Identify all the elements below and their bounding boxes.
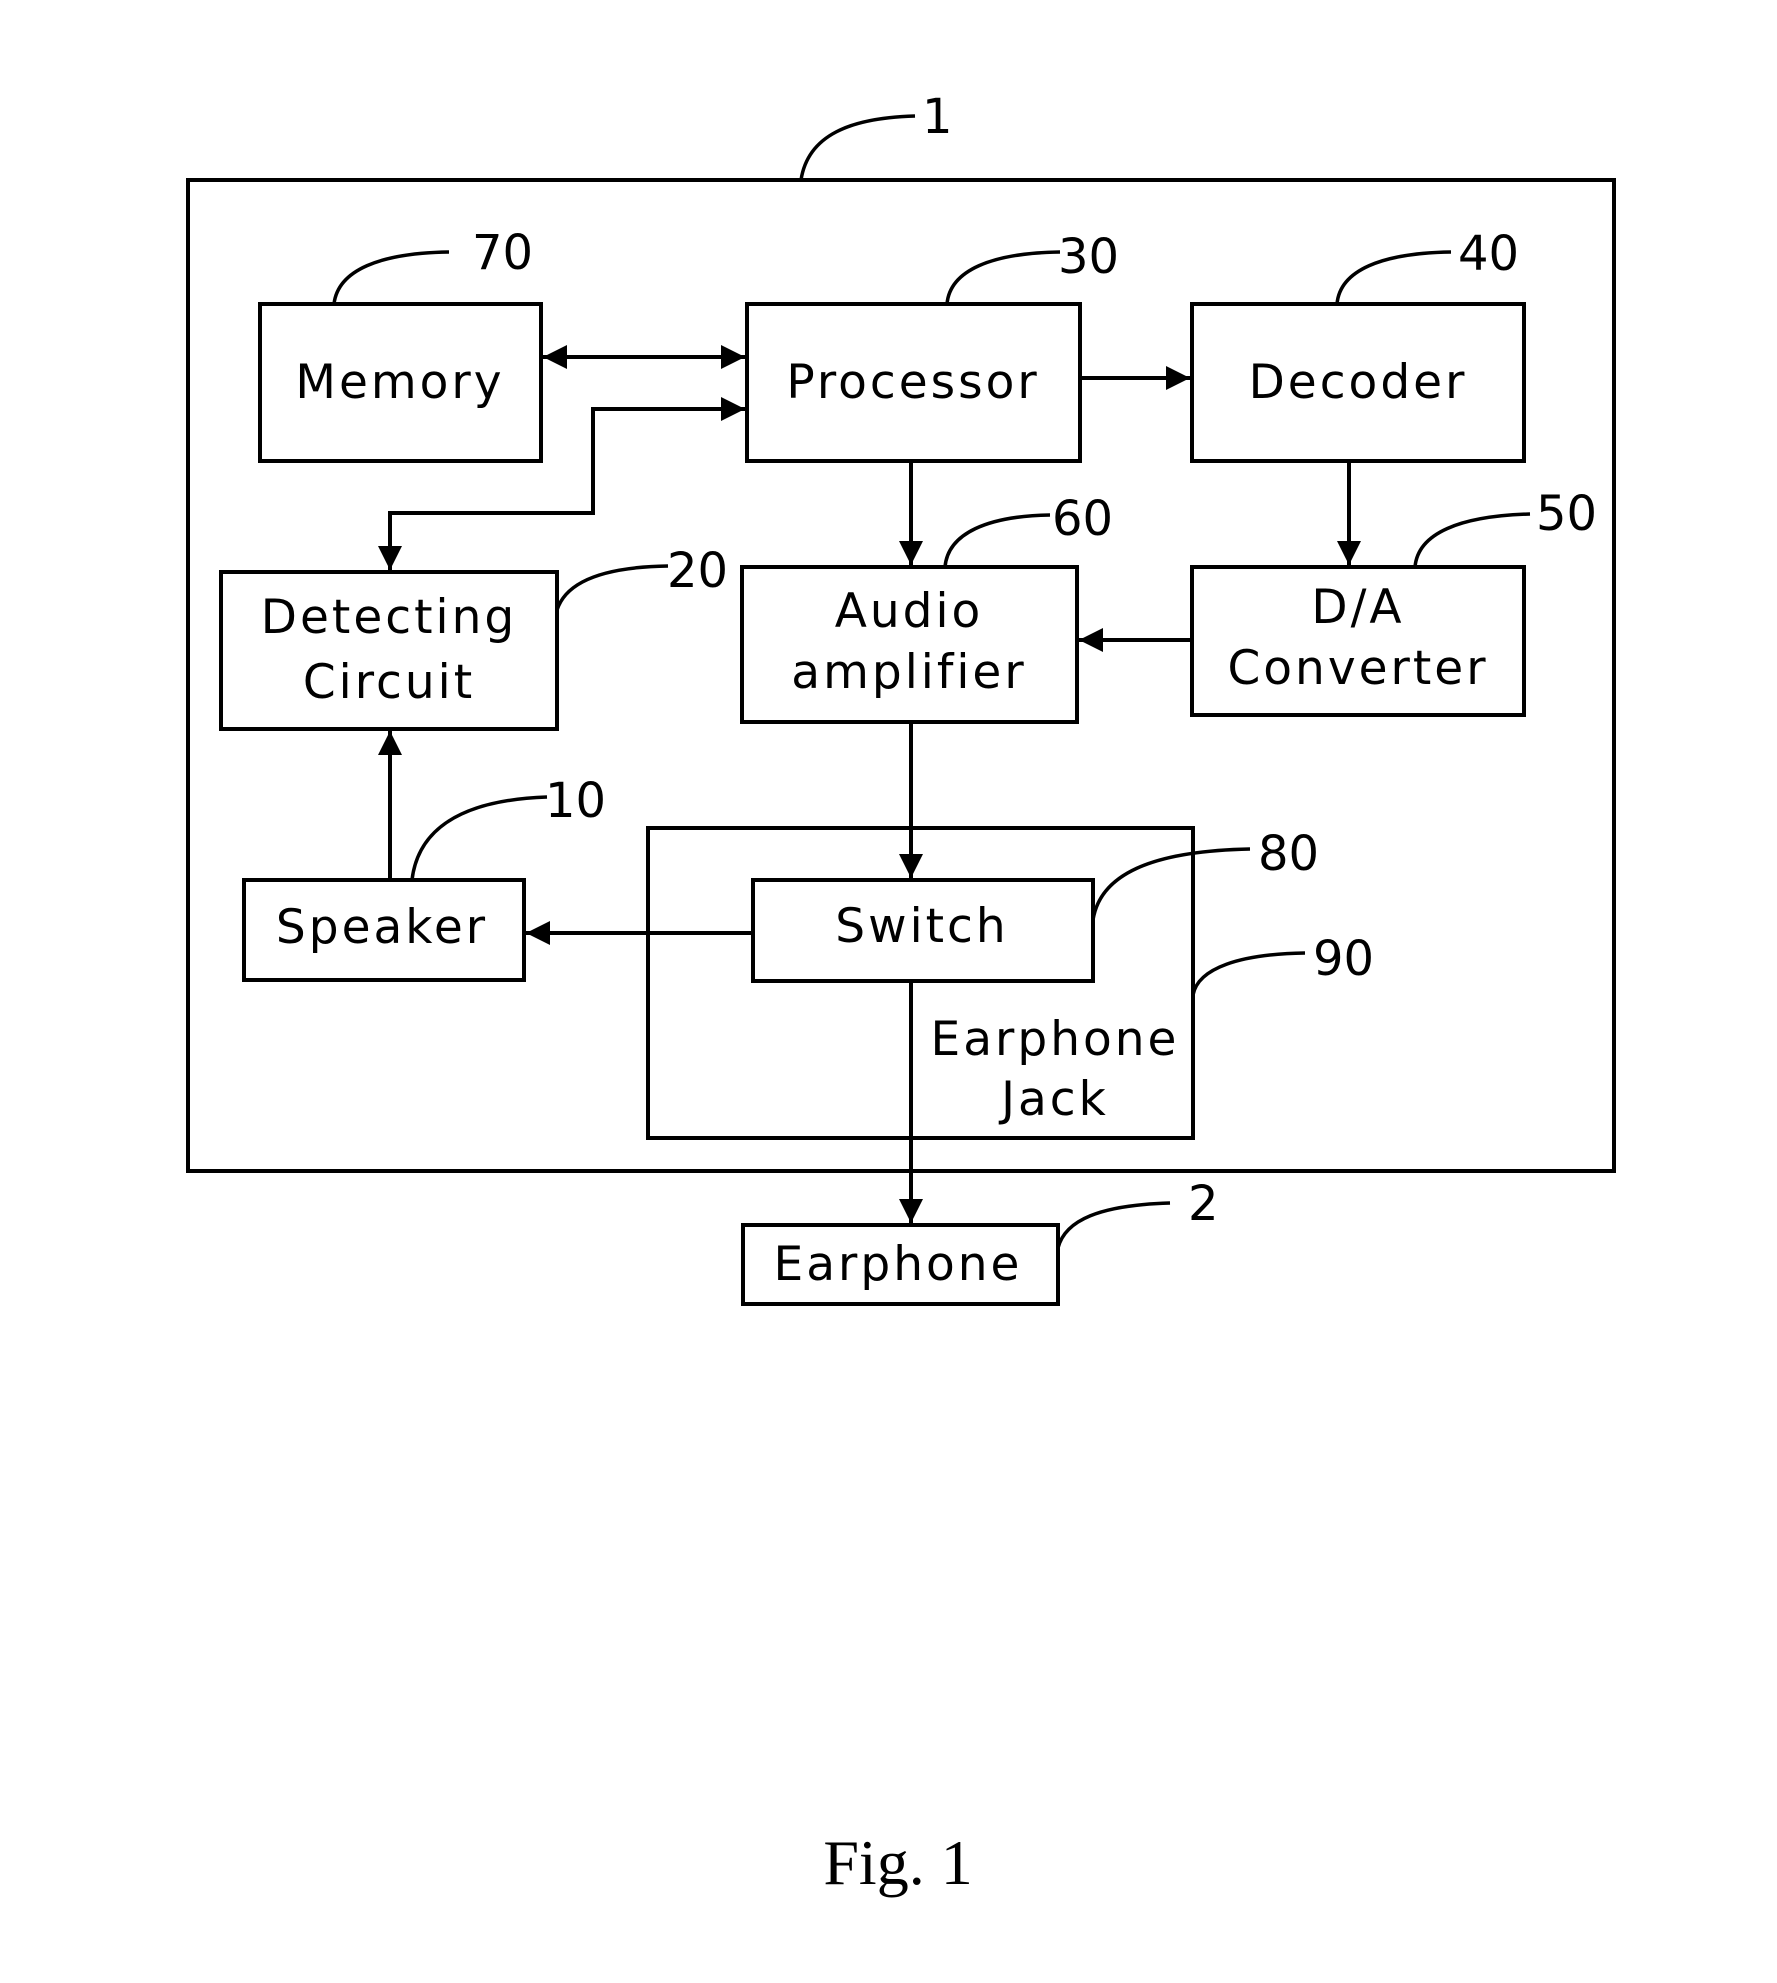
earphone-label: Earphone [774, 1237, 1023, 1292]
leader-device [799, 114, 916, 181]
processor-label: Processor [786, 355, 1039, 410]
ref-audio-amplifier: 60 [1052, 491, 1113, 547]
ref-decoder: 40 [1458, 226, 1519, 282]
ref-memory: 70 [472, 225, 533, 281]
da-converter-label-line1: D/A [1311, 580, 1404, 635]
earphone-jack-label-line2: Jack [998, 1072, 1109, 1127]
detecting-circuit-label-line2: Circuit [303, 655, 475, 710]
figure-caption: Fig. 1 [823, 1827, 972, 1898]
arrowhead-into-earphone [899, 1199, 923, 1223]
ref-earphone: 2 [1188, 1176, 1219, 1232]
ref-da-converter: 50 [1536, 486, 1597, 542]
ref-device: 1 [922, 89, 953, 145]
ref-switch: 80 [1258, 826, 1319, 882]
speaker-label: Speaker [276, 900, 488, 955]
ref-processor: 30 [1058, 229, 1119, 285]
detecting-circuit-label-line1: Detecting [261, 590, 517, 645]
block-diagram: 1 Earphone Jack 90 Memory 70 Processor 3… [186, 89, 1616, 1898]
decoder-label: Decoder [1249, 355, 1468, 410]
earphone-jack-label-line1: Earphone [931, 1012, 1180, 1067]
switch-label: Switch [835, 899, 1008, 954]
ref-earphone-jack: 90 [1313, 931, 1374, 987]
audio-amplifier-label-line2: amplifier [791, 645, 1026, 700]
memory-label: Memory [295, 355, 504, 410]
audio-amplifier-label-line1: Audio [835, 584, 984, 639]
ref-speaker: 10 [545, 773, 606, 829]
da-converter-label-line2: Converter [1227, 641, 1488, 696]
ref-detecting-circuit: 20 [667, 543, 728, 599]
leader-earphone [1056, 1201, 1171, 1249]
